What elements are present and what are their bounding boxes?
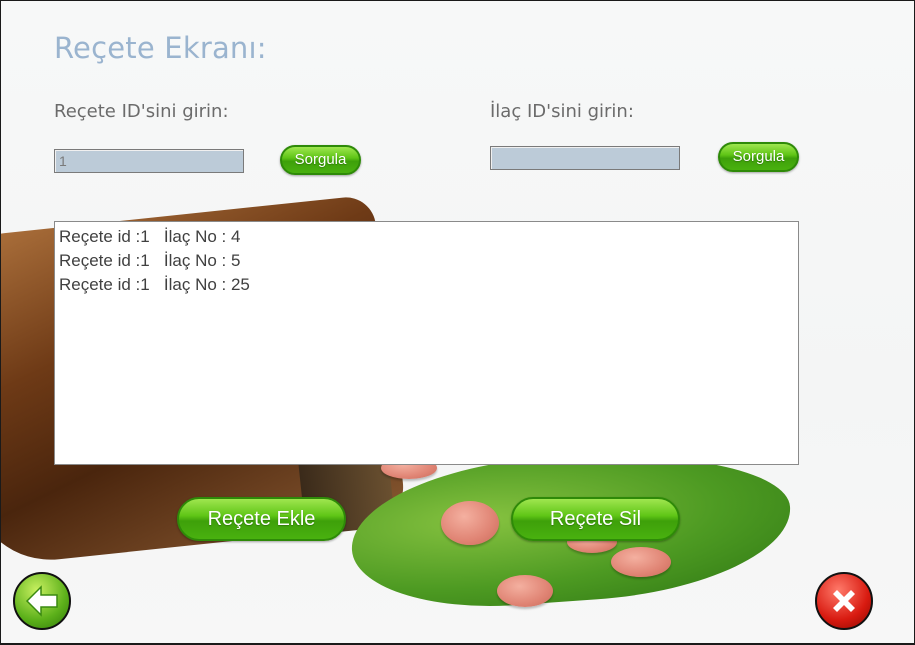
pill-image [497, 575, 553, 607]
list-item[interactable]: Reçete id :1 İlaç No : 4 [59, 225, 794, 249]
drug-id-input[interactable] [490, 146, 680, 170]
list-item[interactable]: Reçete id :1 İlaç No : 5 [59, 249, 794, 273]
prescription-query-button[interactable]: Sorgula [280, 145, 361, 175]
pill-image [441, 501, 499, 545]
back-button[interactable] [13, 572, 71, 630]
prescription-id-input[interactable] [54, 149, 244, 173]
drug-query-button[interactable]: Sorgula [718, 142, 799, 172]
back-arrow-icon [25, 585, 58, 617]
drug-id-label: İlaç ID'sini girin: [490, 101, 634, 122]
close-icon [833, 590, 855, 612]
list-item[interactable]: Reçete id :1 İlaç No : 25 [59, 273, 794, 297]
add-prescription-button[interactable]: Reçete Ekle [177, 497, 346, 541]
prescription-id-label: Reçete ID'sini girin: [54, 101, 229, 122]
app-window: Reçete Ekranı: Reçete ID'sini girin: Sor… [0, 0, 915, 645]
close-button[interactable] [815, 572, 873, 630]
page-title: Reçete Ekranı: [54, 31, 267, 65]
delete-prescription-button[interactable]: Reçete Sil [511, 497, 680, 541]
results-listbox[interactable]: Reçete id :1 İlaç No : 4 Reçete id :1 İl… [54, 221, 799, 465]
pill-image [611, 547, 671, 577]
